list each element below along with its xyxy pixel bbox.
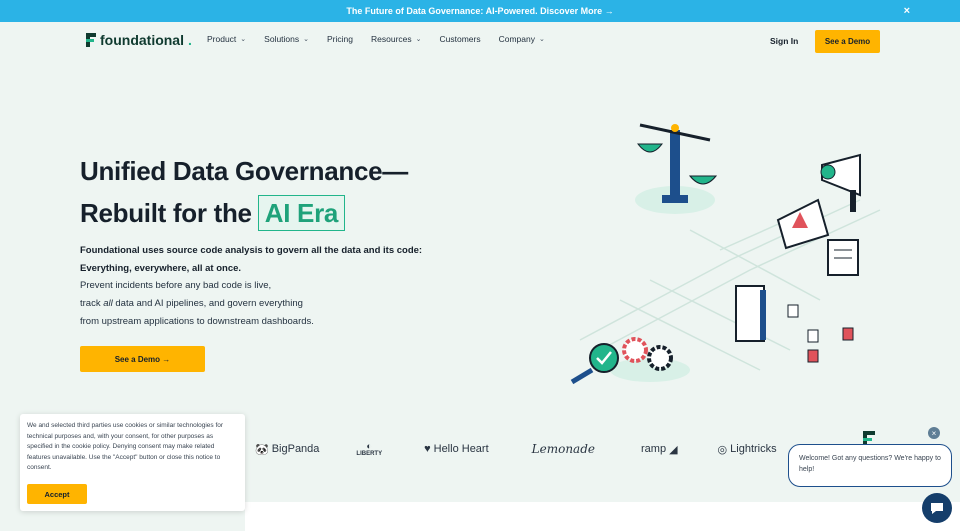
- menu-item-customers[interactable]: Customers: [440, 34, 481, 44]
- logo-text: LIBERTY: [356, 451, 383, 457]
- brand-name: foundational: [100, 32, 184, 48]
- logo-text: BigPanda: [271, 443, 320, 455]
- hero-sub-line3: from upstream applications to downstream…: [80, 316, 314, 327]
- cookie-banner: We and selected third parties use cookie…: [20, 414, 245, 511]
- governance-illustration: [570, 123, 881, 385]
- chat-close-icon[interactable]: ×: [928, 427, 940, 439]
- accept-cookies-button[interactable]: Accept: [27, 484, 87, 504]
- cookie-text: We and selected third parties use cookie…: [27, 422, 224, 471]
- menu-item-company[interactable]: Company ⌄: [499, 34, 545, 44]
- ramp-icon: ◢: [669, 443, 678, 456]
- bottom-section: [245, 502, 960, 531]
- hero-sub-line1: Prevent incidents before any bad code is…: [80, 280, 272, 291]
- logo-ramp: ramp ◢: [641, 443, 678, 456]
- chat-message: Welcome! Got any questions? We're happy …: [799, 455, 941, 473]
- menu-item-pricing[interactable]: Pricing: [327, 34, 353, 44]
- chevron-down-icon: ⌄: [240, 36, 247, 43]
- chat-welcome-bubble[interactable]: Welcome! Got any questions? We're happy …: [788, 444, 952, 487]
- chevron-down-icon: ⌄: [539, 36, 545, 43]
- ai-era-highlight: AI Era: [257, 195, 346, 231]
- menu-label: Company: [498, 34, 535, 44]
- menu-label: Product: [207, 34, 237, 44]
- megaphone-icon: [820, 153, 861, 212]
- menu-label: Pricing: [327, 34, 353, 44]
- logo-text: Lightricks: [730, 443, 777, 455]
- logo-text: ramp: [641, 443, 667, 455]
- document-icon: [827, 239, 859, 276]
- brand-dot: .: [188, 32, 192, 48]
- sub-pre: track: [80, 298, 104, 309]
- server-icon: [735, 285, 766, 342]
- alert-icon: [776, 198, 830, 250]
- foundational-logo-icon: [86, 33, 96, 47]
- chat-icon: [931, 502, 943, 514]
- hero-lead-line1: Foundational uses source code analysis t…: [80, 245, 423, 256]
- announcement-text[interactable]: The Future of Data Governance: AI-Powere…: [346, 6, 613, 16]
- logo-helloheart: ♥ Hello Heart: [424, 443, 489, 455]
- panda-icon: 🐼: [255, 443, 269, 456]
- magnifier-check-icon: [570, 343, 619, 385]
- menu-item-product[interactable]: Product ⌄: [207, 34, 246, 44]
- hero-sub-line2: track all data and AI pipelines, and gov…: [80, 295, 314, 313]
- lightricks-icon: ◎: [717, 443, 728, 456]
- announcement-bar[interactable]: The Future of Data Governance: AI-Powere…: [0, 0, 960, 22]
- top-nav: foundational. Product ⌄ Solutions ⌄ Pricin…: [0, 22, 960, 60]
- heart-icon: ♥: [424, 443, 431, 455]
- hero-title-line2-text: Rebuilt for the: [80, 198, 252, 228]
- chevron-down-icon: ⌄: [415, 36, 422, 43]
- menu-label: Customers: [439, 34, 481, 44]
- brand-logo[interactable]: foundational.: [86, 32, 192, 48]
- logo-liberty: ◐ LIBERTY: [356, 441, 382, 457]
- hero-title-line1: Unified Data Governance—: [80, 156, 408, 186]
- logo-bigpanda: 🐼 BigPanda: [255, 443, 319, 456]
- hero-lead: Foundational uses source code analysis t…: [80, 242, 422, 278]
- chevron-down-icon: ⌄: [303, 36, 310, 43]
- menu-label: Resources: [371, 34, 412, 44]
- logo-lightricks: ◎ Lightricks: [718, 443, 777, 456]
- hero-title: Unified Data Governance— Rebuilt for the…: [80, 150, 408, 234]
- see-demo-button[interactable]: See a Demo: [815, 30, 880, 53]
- menu-item-resources[interactable]: Resources ⌄: [371, 34, 422, 44]
- chat-launcher-button[interactable]: [922, 493, 952, 523]
- menu-item-solutions[interactable]: Solutions ⌄: [264, 34, 309, 44]
- menu-label: Solutions: [264, 34, 300, 44]
- hero-lead-line2: Everything, everywhere, all at once.: [80, 263, 242, 274]
- logo-text: Hello Heart: [433, 443, 489, 455]
- logo-lemonade: Lemonade: [532, 442, 595, 456]
- sub-emphasis: all: [103, 298, 113, 309]
- hero-title-line2: Rebuilt for the AI Era: [80, 192, 408, 234]
- hero-description: Prevent incidents before any bad code is…: [80, 277, 314, 331]
- hero-see-demo-button[interactable]: See a Demo →: [80, 346, 205, 372]
- customer-logos: 🐼 BigPanda ◐ LIBERTY ♥ Hello Heart Lemonade…: [250, 437, 810, 461]
- close-icon[interactable]: ×: [904, 5, 910, 17]
- sub-post: data and AI pipelines, and govern everyt…: [112, 298, 303, 309]
- liberty-icon: ◐: [366, 441, 372, 451]
- main-menu: Product ⌄ Solutions ⌄ Pricing Resources ⌄ C…: [207, 34, 545, 44]
- logo-text: Lemonade: [531, 442, 595, 456]
- sign-in-link[interactable]: Sign In: [770, 36, 798, 46]
